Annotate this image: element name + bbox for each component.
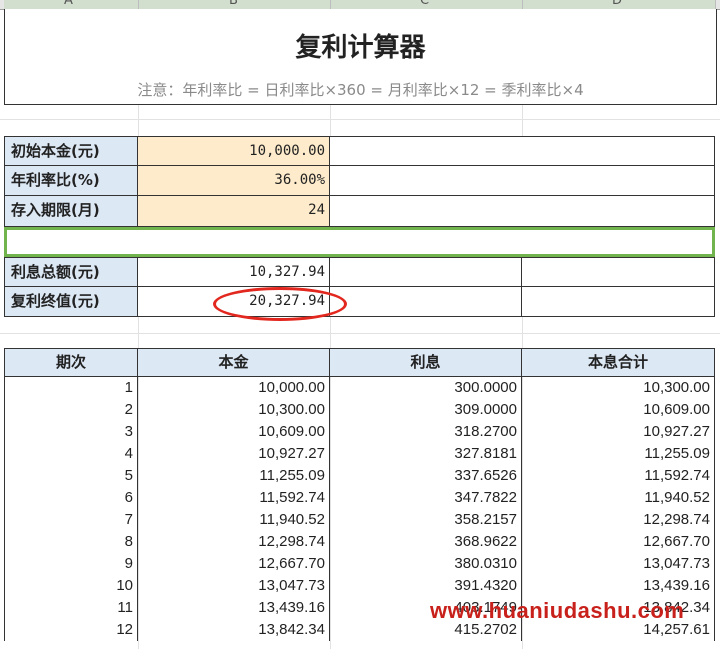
cell-principal[interactable]: 12,298.74 bbox=[138, 531, 330, 553]
cell-total[interactable]: 13,047.73 bbox=[522, 553, 715, 575]
cell-interest[interactable]: 347.7822 bbox=[330, 487, 522, 509]
page-title: 复利计算器 bbox=[295, 33, 426, 63]
table-row: 2 10,300.00 309.0000 10,609.00 bbox=[4, 399, 715, 421]
cell-period[interactable]: 10 bbox=[4, 575, 138, 597]
table-row: 3 10,609.00 318.2700 10,927.27 bbox=[4, 421, 715, 443]
cell-interest[interactable]: 368.9622 bbox=[330, 531, 522, 553]
cell-period[interactable]: 2 bbox=[4, 399, 138, 421]
table-row: 8 12,298.74 368.9622 12,667.70 bbox=[4, 531, 715, 553]
cell-total[interactable]: 11,255.09 bbox=[522, 443, 715, 465]
cell-total[interactable]: 10,609.00 bbox=[522, 399, 715, 421]
watermark-text: www.huaniudashu.com bbox=[430, 598, 685, 623]
column-header-d[interactable]: D bbox=[612, 0, 622, 8]
cell-interest[interactable]: 309.0000 bbox=[330, 399, 522, 421]
cell-principal[interactable]: 10,000.00 bbox=[138, 377, 330, 399]
param-label-principal[interactable]: 初始本金(元) bbox=[4, 136, 138, 166]
result-blank-cell[interactable] bbox=[329, 257, 522, 287]
cell-period[interactable]: 12 bbox=[4, 619, 138, 641]
gridline bbox=[0, 333, 720, 334]
cell-period[interactable]: 4 bbox=[4, 443, 138, 465]
table-row: 7 11,940.52 358.2157 12,298.74 bbox=[4, 509, 715, 531]
cell-period[interactable]: 7 bbox=[4, 509, 138, 531]
result-blank-cell[interactable] bbox=[329, 286, 522, 317]
cell-period[interactable]: 6 bbox=[4, 487, 138, 509]
cell-interest[interactable]: 337.6526 bbox=[330, 465, 522, 487]
selected-row[interactable] bbox=[4, 227, 715, 257]
cell-principal[interactable]: 11,940.52 bbox=[138, 509, 330, 531]
column-header-a[interactable]: A bbox=[64, 0, 73, 8]
cell-total[interactable]: 12,298.74 bbox=[522, 509, 715, 531]
cell-interest[interactable]: 358.2157 bbox=[330, 509, 522, 531]
param-blank-cell[interactable] bbox=[329, 195, 715, 227]
cell-principal[interactable]: 11,255.09 bbox=[138, 465, 330, 487]
column-header-c[interactable]: C bbox=[420, 0, 429, 8]
table-row: 10 13,047.73 391.4320 13,439.16 bbox=[4, 575, 715, 597]
cell-total[interactable]: 10,927.27 bbox=[522, 421, 715, 443]
result-value-interest[interactable]: 10,327.94 bbox=[137, 257, 330, 287]
param-value-rate[interactable]: 36.00% bbox=[137, 165, 330, 196]
table-row: 9 12,667.70 380.0310 13,047.73 bbox=[4, 553, 715, 575]
result-label-future-value[interactable]: 复利终值(元) bbox=[4, 286, 138, 317]
table-row: 1 10,000.00 300.0000 10,300.00 bbox=[4, 377, 715, 399]
column-header-highlight bbox=[4, 0, 715, 9]
note-text: 注意：年利率比 = 日利率比×360 = 月利率比×12 = 季利率比×4 bbox=[137, 81, 584, 99]
cell-total[interactable]: 11,940.52 bbox=[522, 487, 715, 509]
table-header-total[interactable]: 本息合计 bbox=[521, 348, 715, 377]
title-block[interactable]: 复利计算器 注意：年利率比 = 日利率比×360 = 月利率比×12 = 季利率… bbox=[4, 9, 717, 105]
cell-interest[interactable]: 327.8181 bbox=[330, 443, 522, 465]
param-label-rate[interactable]: 年利率比(%) bbox=[4, 165, 138, 196]
gridline bbox=[0, 119, 720, 120]
cell-principal[interactable]: 10,927.27 bbox=[138, 443, 330, 465]
table-header-interest[interactable]: 利息 bbox=[329, 348, 522, 377]
cell-total[interactable]: 13,439.16 bbox=[522, 575, 715, 597]
cell-principal[interactable]: 13,047.73 bbox=[138, 575, 330, 597]
param-blank-cell[interactable] bbox=[329, 165, 715, 196]
cell-interest[interactable]: 391.4320 bbox=[330, 575, 522, 597]
param-value-term[interactable]: 24 bbox=[137, 195, 330, 227]
cell-principal[interactable]: 11,592.74 bbox=[138, 487, 330, 509]
cell-principal[interactable]: 13,439.16 bbox=[138, 597, 330, 619]
param-value-principal[interactable]: 10,000.00 bbox=[137, 136, 330, 166]
result-label-interest[interactable]: 利息总额(元) bbox=[4, 257, 138, 287]
cell-principal[interactable]: 10,300.00 bbox=[138, 399, 330, 421]
cell-interest[interactable]: 300.0000 bbox=[330, 377, 522, 399]
highlight-circle-annotation bbox=[213, 287, 347, 321]
cell-period[interactable]: 1 bbox=[4, 377, 138, 399]
result-blank-cell[interactable] bbox=[521, 286, 715, 317]
param-label-term[interactable]: 存入期限(月) bbox=[4, 195, 138, 227]
cell-principal[interactable]: 10,609.00 bbox=[138, 421, 330, 443]
cell-total[interactable]: 11,592.74 bbox=[522, 465, 715, 487]
table-row: 4 10,927.27 327.8181 11,255.09 bbox=[4, 443, 715, 465]
cell-interest[interactable]: 380.0310 bbox=[330, 553, 522, 575]
cell-period[interactable]: 8 bbox=[4, 531, 138, 553]
table-row: 5 11,255.09 337.6526 11,592.74 bbox=[4, 465, 715, 487]
cell-period[interactable]: 11 bbox=[4, 597, 138, 619]
table-header-principal[interactable]: 本金 bbox=[137, 348, 330, 377]
cell-principal[interactable]: 13,842.34 bbox=[138, 619, 330, 641]
cell-period[interactable]: 3 bbox=[4, 421, 138, 443]
column-header-b[interactable]: B bbox=[229, 0, 238, 8]
table-header-period[interactable]: 期次 bbox=[4, 348, 138, 377]
result-blank-cell[interactable] bbox=[521, 257, 715, 287]
cell-total[interactable]: 10,300.00 bbox=[522, 377, 715, 399]
cell-period[interactable]: 5 bbox=[4, 465, 138, 487]
cell-period[interactable]: 9 bbox=[4, 553, 138, 575]
table-row: 6 11,592.74 347.7822 11,940.52 bbox=[4, 487, 715, 509]
param-blank-cell[interactable] bbox=[329, 136, 715, 166]
cell-interest[interactable]: 318.2700 bbox=[330, 421, 522, 443]
cell-principal[interactable]: 12,667.70 bbox=[138, 553, 330, 575]
cell-total[interactable]: 12,667.70 bbox=[522, 531, 715, 553]
